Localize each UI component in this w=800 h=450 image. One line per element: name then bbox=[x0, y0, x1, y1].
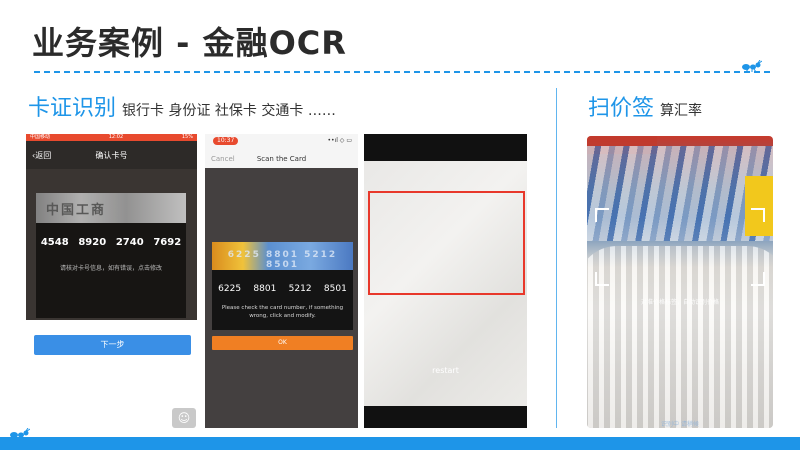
time-label: 12:02 bbox=[108, 134, 124, 140]
ant-icon bbox=[742, 60, 762, 72]
footer-text: 识别中 请稍候 bbox=[661, 421, 699, 428]
section-divider bbox=[556, 88, 557, 428]
nav-title: 确认卡号 bbox=[95, 151, 128, 160]
card-image: 6225 8801 5212 8501 bbox=[212, 242, 353, 270]
section-price-tag: 扫价签 算汇率 bbox=[588, 90, 702, 122]
screenshot-bank-card-cn: 中国移动 12:02 15% ‹返回 确认卡号 中国工商 4548 8920 2… bbox=[26, 134, 197, 428]
footer-bar bbox=[0, 437, 800, 450]
scan-frame bbox=[368, 191, 525, 295]
card-group: 8801 bbox=[253, 284, 277, 294]
card-group: 8501 bbox=[323, 284, 347, 294]
title-divider bbox=[34, 71, 770, 73]
shopping-basket bbox=[587, 246, 773, 428]
scan-corner-icon bbox=[751, 272, 765, 286]
hint-text: Please check the card number, if somethi… bbox=[221, 305, 344, 319]
scan-corner-icon bbox=[595, 208, 609, 222]
nav-bar: 10:37 ••ıl ◇ ▭ Cancel Scan the Card bbox=[205, 134, 358, 168]
price-tag bbox=[745, 176, 773, 236]
page-title: 业务案例 - 金融OCR bbox=[32, 24, 347, 62]
card-ghost-text: 中国工商 bbox=[46, 203, 107, 218]
next-button[interactable]: 下一步 bbox=[34, 335, 191, 355]
scan-corner-icon bbox=[751, 208, 765, 222]
card-ghost-number: 6225 8801 5212 8501 bbox=[227, 250, 338, 270]
card-group: 2740 bbox=[115, 237, 144, 248]
hint-text: 请核对卡号信息，如有错误，点击修改 bbox=[59, 265, 162, 272]
hint-text: 对准价格标签，自动识别价格 bbox=[640, 299, 719, 306]
assistant-icon[interactable]: ☺ bbox=[172, 408, 196, 428]
card-group: 7692 bbox=[153, 237, 182, 248]
restart-button[interactable]: restart bbox=[364, 366, 527, 375]
nav-bar: ‹返回 确认卡号 bbox=[26, 141, 197, 169]
signal-icon: ••ıl ◇ ▭ bbox=[327, 137, 352, 144]
battery-label: 15% bbox=[181, 134, 193, 140]
ant-icon bbox=[10, 428, 30, 440]
section-subtitle: 银行卡 身份证 社保卡 交通卡 …… bbox=[122, 103, 336, 119]
screenshot-bank-card-en: 10:37 ••ıl ◇ ▭ Cancel Scan the Card 6225… bbox=[205, 134, 358, 428]
status-bar: 中国移动 12:02 15% bbox=[26, 134, 197, 141]
section-subtitle: 算汇率 bbox=[660, 103, 703, 119]
card-number[interactable]: 6225 8801 5212 8501 bbox=[212, 284, 353, 294]
screenshot-price-tag-scan: 对准价格标签，自动识别价格 识别中 请稍候 bbox=[587, 136, 773, 428]
ok-button[interactable]: OK bbox=[212, 336, 353, 350]
card-group: 4548 bbox=[40, 237, 69, 248]
nav-title: Scan the Card bbox=[256, 155, 307, 163]
result-panel: 6225 8801 5212 8501 Please check the car… bbox=[212, 270, 353, 330]
card-image: 中国工商 bbox=[36, 193, 186, 223]
card-number[interactable]: 4548 8920 2740 7692 bbox=[36, 237, 186, 248]
card-group: 6225 bbox=[218, 284, 242, 294]
section-heading: 扫价签 bbox=[588, 96, 655, 121]
result-panel: 4548 8920 2740 7692 请核对卡号信息，如有错误，点击修改 bbox=[36, 223, 186, 318]
time-label: 10:37 bbox=[213, 137, 239, 145]
section-card-recognition: 卡证识别 银行卡 身份证 社保卡 交通卡 …… bbox=[28, 90, 336, 122]
scan-corner-icon bbox=[595, 272, 609, 286]
camera-preview: restart bbox=[364, 161, 527, 406]
carrier-label: 中国移动 bbox=[30, 134, 51, 140]
card-group: 5212 bbox=[288, 284, 312, 294]
screenshot-scan-camera: restart bbox=[364, 134, 527, 428]
section-heading: 卡证识别 bbox=[28, 96, 117, 121]
card-group: 8920 bbox=[78, 237, 107, 248]
